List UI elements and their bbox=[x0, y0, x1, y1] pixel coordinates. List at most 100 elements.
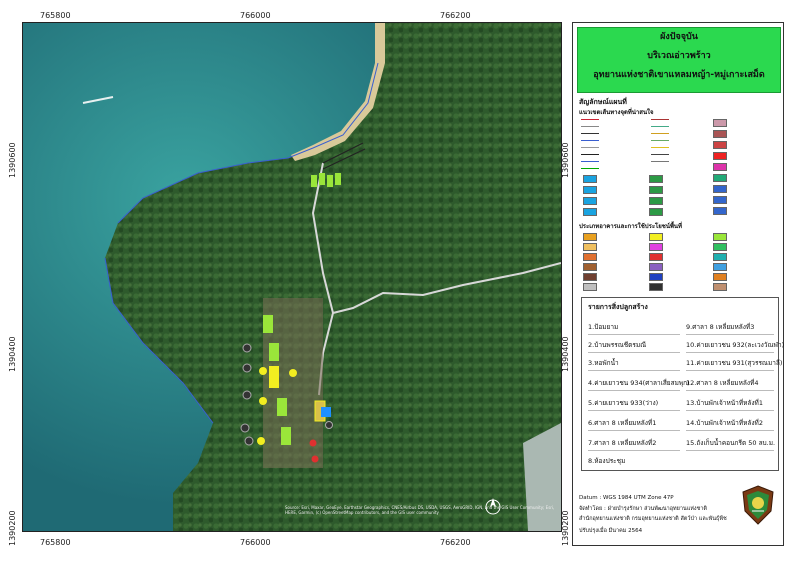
legend-icon bbox=[583, 186, 597, 194]
updated-text: ปรับปรุงเมื่อ มีนาคม 2564 bbox=[579, 528, 643, 534]
structure-item: 3.หอพักน้ำ bbox=[588, 358, 680, 371]
structure-item: 6.ศาลา 8 เหลี่ยมหลังที่1 bbox=[588, 418, 680, 431]
landuse-swatch bbox=[583, 233, 597, 241]
landuse-swatch bbox=[583, 283, 597, 291]
building bbox=[277, 398, 287, 416]
legend-line bbox=[651, 147, 669, 148]
title-line3: อุทยานแห่งชาติเขาแหลมหญ้า-หมู่เกาะเสม็ด bbox=[593, 70, 765, 80]
landuse-swatch bbox=[713, 263, 727, 271]
legend-line bbox=[651, 119, 669, 120]
structure-item: 4.ค่ายเยาวชน 934(ศาลาเสี่ยสมพุก) bbox=[588, 378, 690, 391]
marker bbox=[242, 343, 252, 353]
legend-subheading: แนวเขตเส้นทางจุดที่น่าสนใจ bbox=[579, 109, 654, 116]
marker bbox=[242, 390, 252, 400]
legend-icon bbox=[713, 174, 727, 182]
landuse-swatch bbox=[583, 243, 597, 251]
legend-icon bbox=[649, 175, 663, 183]
title-line1: ผังปัจจุบัน bbox=[660, 32, 698, 42]
legend-icon bbox=[649, 197, 663, 205]
y-tick-right: 1390200 bbox=[561, 510, 570, 546]
title-line2: บริเวณอ่าวพร้าว bbox=[647, 51, 711, 61]
structure-item: 12.ศาลา 8 เหลี่ยมหลังที่4 bbox=[686, 378, 774, 391]
office-text: สำนักอุทยานแห่งชาติ กรมอุทยานแห่งชาติ สั… bbox=[579, 516, 727, 522]
landuse-swatch bbox=[649, 253, 663, 261]
landuse-swatch bbox=[649, 273, 663, 281]
landuse-swatch bbox=[713, 243, 727, 251]
legend-line bbox=[651, 133, 669, 134]
pavilion bbox=[259, 397, 267, 405]
map-attribution: Source: Esri, Maxar, GeoEye, Earthstar G… bbox=[285, 505, 555, 515]
marker bbox=[240, 423, 250, 433]
legend-icon bbox=[713, 152, 727, 160]
legend-panel: ผังปัจจุบัน บริเวณอ่าวพร้าว อุทยานแห่งชา… bbox=[572, 22, 784, 546]
landuse-swatch bbox=[713, 253, 727, 261]
legend-icon bbox=[583, 208, 597, 216]
legend-icon bbox=[713, 163, 727, 171]
building bbox=[263, 315, 273, 333]
structure-item: 10.ค่ายเยาวชน 932(ละเวงวัณฬา) bbox=[686, 340, 784, 353]
satellite-map[interactable]: Source: Esri, Maxar, GeoEye, Earthstar G… bbox=[22, 22, 562, 532]
legend-line bbox=[581, 161, 599, 162]
x-tick-top: 766200 bbox=[440, 11, 471, 20]
structure-item: 9.ศาลา 8 เหลี่ยมหลังที่3 bbox=[686, 322, 774, 335]
landuse-swatch bbox=[649, 263, 663, 271]
legend-icon bbox=[713, 141, 727, 149]
x-tick-top: 766000 bbox=[240, 11, 271, 20]
legend-icon bbox=[713, 196, 727, 204]
legend-icon bbox=[649, 208, 663, 216]
landuse-swatch bbox=[583, 273, 597, 281]
building bbox=[269, 343, 279, 361]
building bbox=[281, 427, 291, 445]
landuse-swatch bbox=[649, 243, 663, 251]
structures-heading: รายการสิ่งปลูกสร้าง bbox=[588, 303, 648, 311]
water-tank bbox=[321, 407, 331, 417]
legend-icon bbox=[713, 185, 727, 193]
prepared-by-text: จัดทำโดย : ฝ่ายบำรุงรักษา ส่วนพัฒนาอุทยา… bbox=[579, 506, 708, 512]
legend-line bbox=[651, 161, 669, 162]
y-tick-right: 1390400 bbox=[561, 336, 570, 372]
legend-icon bbox=[583, 175, 597, 183]
marker bbox=[309, 439, 317, 447]
landuse-swatch bbox=[713, 233, 727, 241]
pavilion bbox=[257, 437, 265, 445]
y-tick-left: 1390200 bbox=[8, 510, 17, 546]
structure-item: 8.ห้องประชุม bbox=[588, 457, 626, 465]
landuse-swatch bbox=[713, 273, 727, 281]
x-tick-top: 765800 bbox=[40, 11, 71, 20]
structure-item: 7.ศาลา 8 เหลี่ยมหลังที่2 bbox=[588, 438, 680, 451]
pavilion bbox=[259, 367, 267, 375]
legend-line bbox=[581, 126, 599, 127]
legend-line bbox=[651, 154, 669, 155]
building bbox=[269, 366, 279, 388]
y-tick-right: 1390600 bbox=[561, 142, 570, 178]
landuse-heading: ประเภทอาคารและการใช้ประโยชน์พื้นที่ bbox=[579, 223, 682, 230]
legend-line bbox=[581, 119, 599, 120]
legend-line bbox=[581, 154, 599, 155]
title-box: ผังปัจจุบัน บริเวณอ่าวพร้าว อุทยานแห่งชา… bbox=[577, 27, 781, 93]
legend-line bbox=[581, 140, 599, 141]
building bbox=[311, 175, 317, 187]
landuse-swatch bbox=[583, 253, 597, 261]
structure-item: 2.บ้านพรรณชีตรมณี bbox=[588, 340, 680, 353]
legend-line bbox=[581, 133, 599, 134]
x-tick-bottom: 765800 bbox=[40, 538, 71, 547]
landuse-swatch bbox=[713, 283, 727, 291]
structure-item: 14.บ้านพักเจ้าหน้าที่หลังที่2 bbox=[686, 418, 774, 431]
marker bbox=[242, 363, 252, 373]
building bbox=[327, 175, 333, 187]
legend-line bbox=[581, 147, 599, 148]
legend-icon bbox=[713, 207, 727, 215]
structures-list: รายการสิ่งปลูกสร้าง 1.ป้อมยาม 2.บ้านพรรณ… bbox=[581, 297, 784, 471]
legend-icon bbox=[649, 186, 663, 194]
structure-item: 5.ค่ายเยาวชน 933(ว่าง) bbox=[588, 398, 680, 411]
legend-line bbox=[651, 126, 669, 127]
legend-icon bbox=[713, 119, 727, 127]
map-sheet: 765800 766000 766200 765800 766000 76620… bbox=[0, 0, 800, 566]
pavilion bbox=[289, 369, 297, 377]
y-tick-left: 1390600 bbox=[8, 142, 17, 178]
datum-text: Datum : WGS 1984 UTM Zone 47P bbox=[579, 495, 674, 501]
map-canvas bbox=[23, 23, 561, 531]
structure-item: 13.บ้านพักเจ้าหน้าที่หลังที่1 bbox=[686, 398, 774, 411]
marker bbox=[311, 455, 319, 463]
marker bbox=[325, 421, 333, 429]
